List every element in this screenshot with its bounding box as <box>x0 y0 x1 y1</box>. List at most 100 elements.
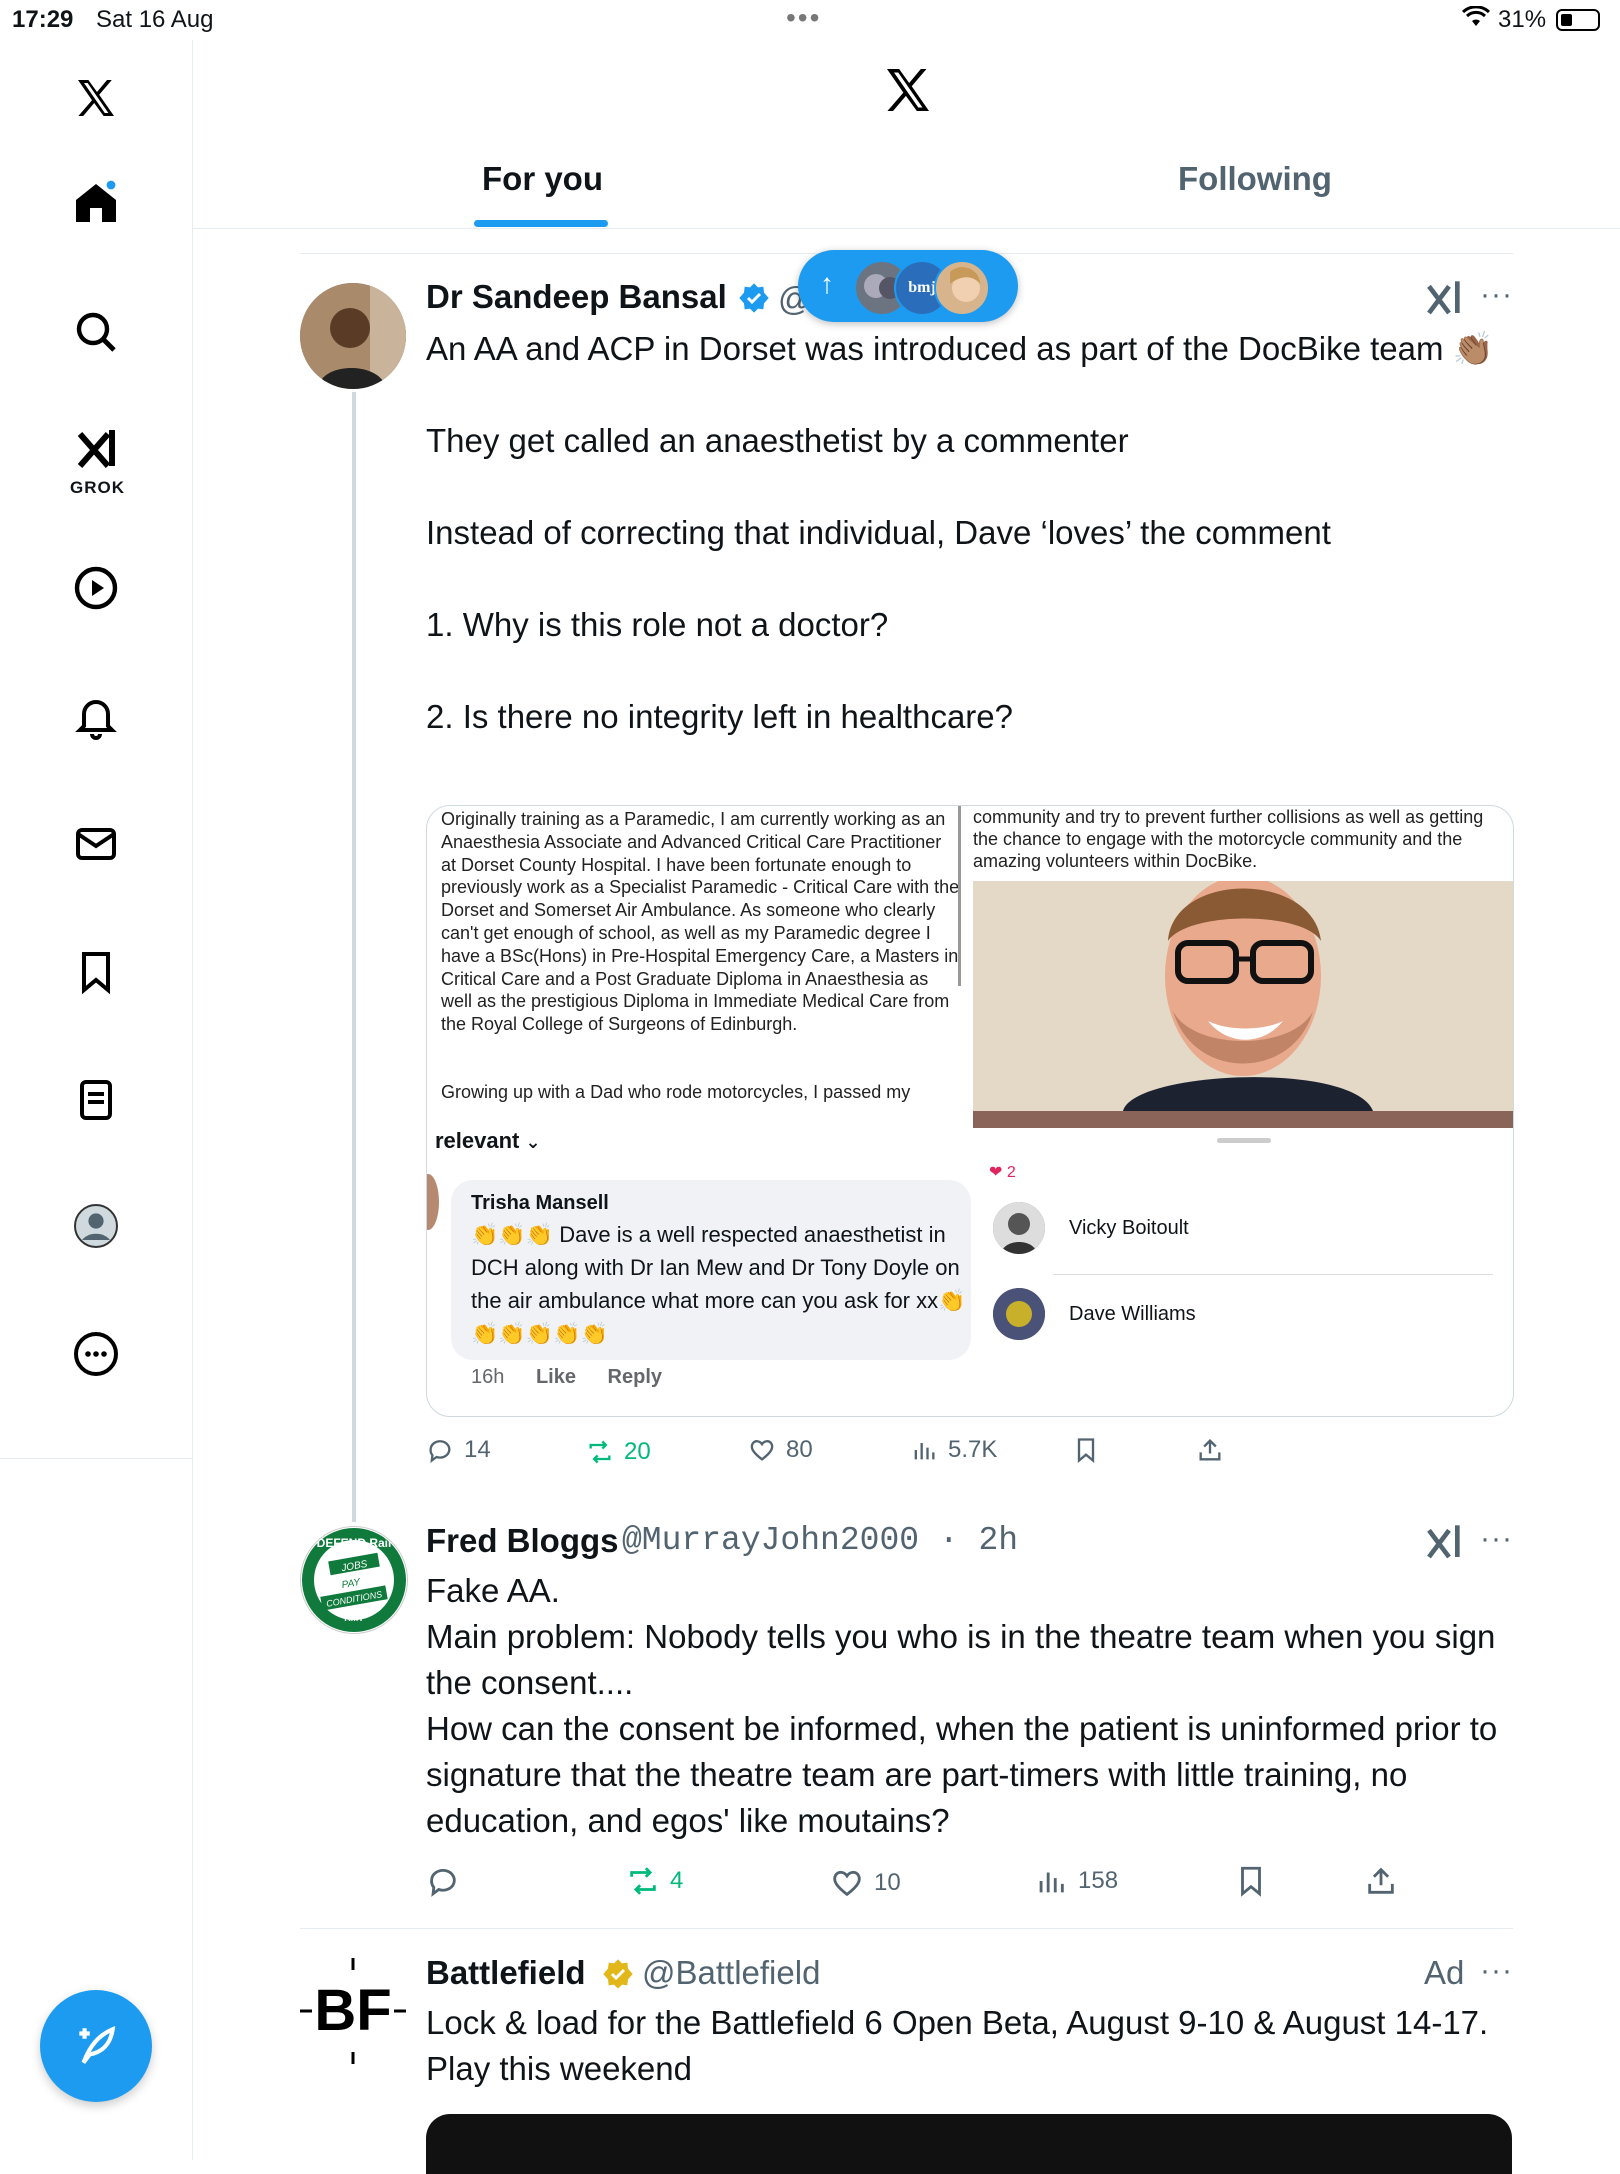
avatar-dr-sandeep-bansal[interactable] <box>300 283 406 389</box>
tweet-more-icon[interactable]: ··· <box>1480 278 1513 312</box>
author-name[interactable]: Dr Sandeep Bansal <box>426 278 727 316</box>
likes-count: ❤ 2 <box>989 1162 1016 1182</box>
notifications-bell-icon[interactable] <box>60 680 132 752</box>
comment-like: Like <box>535 1366 576 1388</box>
views-button[interactable]: 5.7K <box>910 1436 997 1464</box>
share-button[interactable] <box>1196 1436 1224 1464</box>
tweet-separator <box>300 1928 1513 1929</box>
views-button[interactable]: 158 <box>1034 1864 1118 1898</box>
like-button[interactable]: 80 <box>748 1436 813 1464</box>
comment-meta: 16h Like Reply <box>471 1366 662 1389</box>
grok-icon[interactable] <box>60 422 132 478</box>
new-posts-pill[interactable]: ↑ bmj <box>798 250 1018 322</box>
tweet-text: Lock & load for the Battlefield 6 Open B… <box>426 2004 1498 2087</box>
media-relevant-label: relevant <box>435 1128 520 1153</box>
repost-count: 20 <box>624 1438 651 1465</box>
x-header-logo-icon <box>887 69 929 111</box>
battery-percent: 31% <box>1498 6 1547 33</box>
likes-sheet: ❤ 2 Vicky Boitoult Dave Williams <box>973 1128 1513 1416</box>
bookmark-icon <box>1241 1866 1261 1897</box>
compose-post-button[interactable] <box>40 1990 152 2102</box>
bookmarks-icon[interactable] <box>60 936 132 1008</box>
repost-icon <box>589 1440 611 1464</box>
status-time: 17:29 <box>12 6 74 33</box>
more-options-icon[interactable] <box>60 1318 132 1390</box>
ad-video-media[interactable] <box>426 2114 1512 2174</box>
like-button[interactable]: 10 <box>830 1866 901 1900</box>
repost-button[interactable]: 4 <box>626 1864 683 1898</box>
heart-icon: ❤ <box>989 1164 1003 1181</box>
battery-icon <box>1556 9 1600 31</box>
search-icon[interactable] <box>60 296 132 368</box>
reply-count: 14 <box>464 1436 491 1463</box>
arrow-up-icon: ↑ <box>820 268 834 299</box>
sheet-handle <box>1217 1138 1271 1143</box>
compose-feather-icon <box>79 2025 116 2064</box>
bookmark-icon <box>1077 1438 1095 1463</box>
grok-explain-icon[interactable] <box>1424 1522 1464 1562</box>
comment-text: 👏👏👏 Dave is a well respected anaesthetis… <box>471 1222 966 1346</box>
views-bar-icon <box>1039 1872 1064 1893</box>
likes-count-text: 2 <box>1006 1164 1016 1181</box>
thread-line <box>352 392 356 1522</box>
bookmark-button[interactable] <box>1234 1864 1268 1898</box>
heart-outline-icon <box>750 1440 774 1461</box>
reply-button[interactable] <box>426 1864 470 1898</box>
media-photo-strip <box>973 1111 1513 1128</box>
pill-avatar-3 <box>934 260 990 316</box>
status-date: Sat 16 Aug <box>96 6 214 33</box>
view-count: 158 <box>1078 1867 1119 1894</box>
tweet-more-icon[interactable]: ··· <box>1480 1954 1513 1988</box>
grok-explain-icon[interactable] <box>1424 278 1464 318</box>
wifi-icon <box>1461 5 1491 35</box>
sidebar-divider <box>0 1458 192 1459</box>
multitasking-dots-icon[interactable]: ••• <box>786 2 821 34</box>
liker-row: Vicky Boitoult <box>993 1202 1189 1254</box>
tweet-media-image[interactable]: Originally training as a Paramedic, I am… <box>426 805 1514 1417</box>
avatar-fred-bloggs[interactable]: DEFEND Rail JOBS PAY CONDITIONS RMT <box>300 1526 408 1634</box>
tweet-text: Fake AA. Main problem: Nobody tells you … <box>426 1572 1498 1839</box>
tweet-text: An AA and ACP in Dorset was introduced a… <box>426 330 1494 735</box>
bookmark-button[interactable] <box>1072 1436 1100 1464</box>
battlefield-logo-text: BF <box>314 1978 391 2043</box>
sidebar: GROK <box>0 40 193 2160</box>
tweet-more-icon[interactable]: ··· <box>1480 1522 1513 1556</box>
like-count: 80 <box>786 1436 813 1463</box>
repost-button[interactable]: 20 <box>586 1438 651 1466</box>
x-logo-icon[interactable] <box>60 62 132 134</box>
commenter-avatar <box>427 1174 439 1230</box>
views-bar-icon <box>914 1443 935 1460</box>
tab-following[interactable]: Following <box>1178 160 1332 198</box>
active-tab-indicator <box>474 220 608 227</box>
reply-icon <box>430 1868 456 1897</box>
avatar-text-top: DEFEND Rail <box>317 1536 392 1550</box>
liker-avatar <box>993 1288 1045 1340</box>
author-handle[interactable]: @Battlefield <box>642 1954 820 1992</box>
author-name[interactable]: Fred Bloggs <box>426 1522 619 1560</box>
messages-envelope-icon[interactable] <box>60 808 132 880</box>
home-icon[interactable] <box>60 166 132 238</box>
avatar-battlefield[interactable]: BF <box>300 1958 406 2064</box>
view-count: 5.7K <box>948 1436 998 1463</box>
heart-outline-icon <box>833 1870 861 1897</box>
comment-reply: Reply <box>607 1366 662 1388</box>
repost-count: 4 <box>670 1867 684 1894</box>
tab-for-you[interactable]: For you <box>482 160 603 198</box>
author-handle[interactable]: @MurrayJohn2000 · 2h <box>622 1522 1018 1559</box>
media-sort-relevant: relevant ⌄ <box>435 1128 541 1154</box>
reply-button[interactable]: 14 <box>426 1436 491 1464</box>
grok-label: GROK <box>70 478 125 497</box>
video-icon[interactable] <box>60 552 132 624</box>
profile-avatar-icon[interactable] <box>60 1190 132 1262</box>
ad-label: Ad <box>1424 1954 1465 1991</box>
avatar-text-bottom: RMT <box>344 1613 364 1623</box>
share-button[interactable] <box>1364 1864 1398 1898</box>
share-icon <box>1199 1439 1221 1461</box>
media-scrollbar <box>958 806 961 986</box>
liker-name: Dave Williams <box>1069 1302 1196 1325</box>
liker-row: Dave Williams <box>993 1288 1196 1340</box>
lists-icon[interactable] <box>60 1064 132 1136</box>
media-comment-bubble: Trisha Mansell 👏👏👏 Dave is a well respec… <box>451 1180 971 1360</box>
author-name[interactable]: Battlefield <box>426 1954 586 1992</box>
media-right-text: community and try to prevent further col… <box>973 807 1484 871</box>
